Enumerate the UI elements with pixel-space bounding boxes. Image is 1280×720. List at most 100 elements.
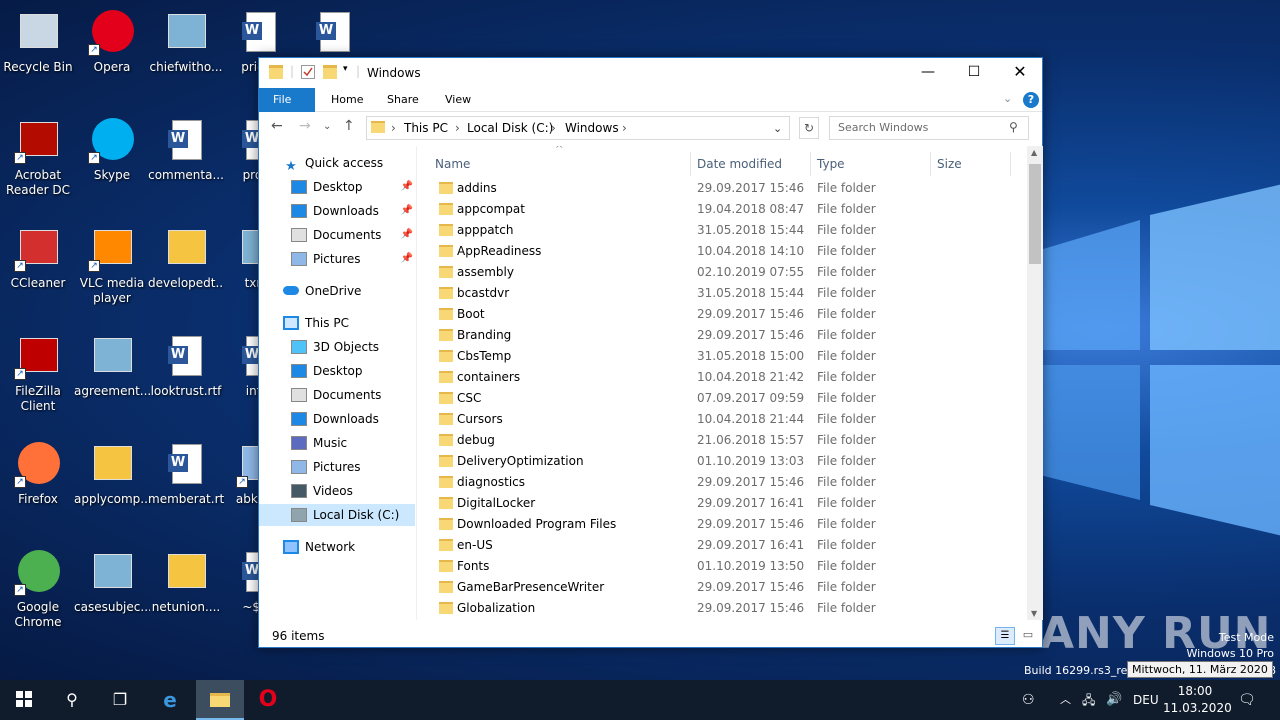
search-icon[interactable]: ⚲ bbox=[1009, 120, 1018, 134]
nav-pc-item[interactable]: Videos bbox=[291, 480, 413, 502]
nav-quick-desktop[interactable]: Desktop 📌 bbox=[291, 176, 413, 198]
chevron-right-icon[interactable]: › bbox=[391, 121, 396, 135]
file-row[interactable]: GameBarPresenceWriter 29.09.2017 15:46 Fil… bbox=[437, 577, 1017, 598]
file-explorer-taskbar-icon[interactable] bbox=[196, 680, 244, 720]
breadcrumb-local-disk[interactable]: Local Disk (C:) bbox=[467, 121, 553, 135]
opera-taskbar-icon[interactable]: O bbox=[244, 680, 292, 720]
file-row[interactable]: bcastdvr 31.05.2018 15:44 File folder bbox=[437, 283, 1017, 304]
address-dropdown-icon[interactable]: ⌄ bbox=[773, 122, 782, 135]
breadcrumb-windows[interactable]: Windows bbox=[565, 121, 619, 135]
tab-home[interactable]: Home bbox=[317, 88, 377, 112]
column-date-modified[interactable]: Date modified bbox=[691, 152, 811, 176]
nav-pc-item[interactable]: 3D Objects bbox=[291, 336, 413, 358]
file-row[interactable]: en-US 29.09.2017 16:41 File folder bbox=[437, 535, 1017, 556]
nav-quick-access[interactable]: ★ Quick access bbox=[283, 152, 413, 174]
nav-pc-item[interactable]: Documents bbox=[291, 384, 413, 406]
desktop-icon[interactable]: W bbox=[296, 8, 372, 60]
file-row[interactable]: AppReadiness 10.04.2018 14:10 File folder bbox=[437, 241, 1017, 262]
search-icon[interactable]: ⚲ bbox=[48, 680, 96, 720]
desktop-icon[interactable]: ↗ VLC media player bbox=[74, 224, 150, 306]
file-row[interactable]: CSC 07.09.2017 09:59 File folder bbox=[437, 388, 1017, 409]
tab-file[interactable]: File bbox=[259, 88, 315, 112]
clock[interactable]: 18:00 11.03.2020 bbox=[1163, 683, 1232, 717]
tab-view[interactable]: View bbox=[431, 88, 485, 112]
nav-quick-pictures[interactable]: Pictures 📌 bbox=[291, 248, 413, 270]
file-row[interactable]: debug 21.06.2018 15:57 File folder bbox=[437, 430, 1017, 451]
desktop-icon[interactable]: ↗ Opera bbox=[74, 8, 150, 75]
file-row[interactable]: containers 10.04.2018 21:42 File folder bbox=[437, 367, 1017, 388]
search-input[interactable]: Search Windows bbox=[829, 116, 1029, 140]
desktop-icon[interactable]: Wcommenta... bbox=[148, 116, 224, 183]
column-size[interactable]: Size bbox=[931, 152, 1011, 176]
minimize-button[interactable]: — bbox=[905, 58, 951, 88]
nav-quick-documents[interactable]: Documents 📌 bbox=[291, 224, 413, 246]
properties-icon[interactable] bbox=[301, 65, 315, 79]
file-row[interactable]: CbsTemp 31.05.2018 15:00 File folder bbox=[437, 346, 1017, 367]
scroll-up-icon[interactable]: ▲ bbox=[1031, 148, 1037, 157]
desktop-icon[interactable]: applycomp... bbox=[74, 440, 150, 507]
chevron-right-icon[interactable]: › bbox=[455, 121, 460, 135]
desktop-icon[interactable]: agreement... bbox=[74, 332, 150, 399]
file-row[interactable]: Downloaded Program Files 29.09.2017 15:46… bbox=[437, 514, 1017, 535]
input-language[interactable]: DEU bbox=[1133, 680, 1159, 720]
desktop-icon[interactable]: ↗ CCleaner bbox=[0, 224, 76, 291]
nav-onedrive[interactable]: OneDrive bbox=[283, 280, 413, 302]
desktop-icon[interactable]: chiefwitho... bbox=[148, 8, 224, 75]
pin-icon[interactable]: 📌 bbox=[401, 248, 413, 270]
tab-share[interactable]: Share bbox=[373, 88, 433, 112]
file-row[interactable]: DeliveryOptimization 01.10.2019 13:03 File… bbox=[437, 451, 1017, 472]
nav-pc-item[interactable]: Pictures bbox=[291, 456, 413, 478]
edge-icon[interactable]: e bbox=[146, 680, 194, 720]
customize-qat-icon[interactable]: ▾ bbox=[343, 64, 348, 74]
forward-arrow-icon[interactable]: → bbox=[299, 118, 311, 134]
desktop-icon[interactable]: ↗ FileZilla Client bbox=[0, 332, 76, 414]
desktop-icon[interactable]: Wmemberat.rtf bbox=[148, 440, 224, 507]
up-arrow-icon[interactable]: ↑ bbox=[343, 118, 355, 134]
refresh-icon[interactable]: ↻ bbox=[799, 117, 819, 139]
file-row[interactable]: Cursors 10.04.2018 21:44 File folder bbox=[437, 409, 1017, 430]
large-icons-view-icon[interactable]: ▭ bbox=[1019, 627, 1037, 645]
close-button[interactable]: ✕ bbox=[997, 58, 1043, 88]
file-row[interactable]: Globalization 29.09.2017 15:46 File folder bbox=[437, 598, 1017, 619]
file-row[interactable]: Boot 29.09.2017 15:46 File folder bbox=[437, 304, 1017, 325]
title-bar[interactable]: | ▾ | Windows — ☐ ✕ bbox=[259, 58, 1042, 88]
file-row[interactable]: Fonts 01.10.2019 13:50 File folder bbox=[437, 556, 1017, 577]
desktop-icon[interactable]: developedt... bbox=[148, 224, 224, 291]
file-row[interactable]: appcompat 19.04.2018 08:47 File folder bbox=[437, 199, 1017, 220]
file-row[interactable]: addins 29.09.2017 15:46 File folder bbox=[437, 178, 1017, 199]
file-row[interactable]: assembly 02.10.2019 07:55 File folder bbox=[437, 262, 1017, 283]
pin-icon[interactable]: 📌 bbox=[401, 176, 413, 198]
chevron-right-icon[interactable]: › bbox=[622, 121, 627, 135]
scroll-down-icon[interactable]: ▼ bbox=[1031, 609, 1037, 618]
desktop-icon[interactable]: netunion.... bbox=[148, 548, 224, 615]
file-row[interactable]: Branding 29.09.2017 15:46 File folder bbox=[437, 325, 1017, 346]
show-hidden-icons-icon[interactable]: ︿ bbox=[1060, 680, 1071, 720]
nav-pc-item[interactable]: Downloads bbox=[291, 408, 413, 430]
breadcrumb-this-pc[interactable]: This PC bbox=[404, 121, 448, 135]
back-arrow-icon[interactable]: ← bbox=[271, 118, 283, 134]
desktop-icon[interactable]: ↗ Google Chrome bbox=[0, 548, 76, 630]
desktop-icon[interactable]: ↗ Acrobat Reader DC bbox=[0, 116, 76, 198]
people-icon[interactable]: ⚇ bbox=[1022, 680, 1035, 720]
file-row[interactable]: diagnostics 29.09.2017 15:46 File folder bbox=[437, 472, 1017, 493]
desktop-icon[interactable]: ↗ Firefox bbox=[0, 440, 76, 507]
pin-icon[interactable]: 📌 bbox=[401, 200, 413, 222]
address-bar[interactable]: › This PC › Local Disk (C:) › Windows › … bbox=[366, 116, 790, 140]
desktop-icon[interactable]: Wlooktrust.rtf bbox=[148, 332, 224, 399]
maximize-button[interactable]: ☐ bbox=[951, 58, 997, 88]
nav-pc-item[interactable]: Desktop bbox=[291, 360, 413, 382]
desktop-icon[interactable]: ↗ Skype bbox=[74, 116, 150, 183]
file-row[interactable]: DigitalLocker 29.09.2017 16:41 File folder bbox=[437, 493, 1017, 514]
nav-quick-downloads[interactable]: Downloads 📌 bbox=[291, 200, 413, 222]
scroll-thumb[interactable] bbox=[1029, 164, 1041, 264]
desktop-icon[interactable]: Recycle Bin bbox=[0, 8, 76, 75]
nav-pc-item[interactable]: Music bbox=[291, 432, 413, 454]
vertical-scrollbar[interactable]: ▲ ▼ bbox=[1027, 146, 1043, 620]
nav-this-pc[interactable]: This PC bbox=[283, 312, 413, 334]
nav-network[interactable]: Network bbox=[283, 536, 413, 558]
nav-pc-item[interactable]: Local Disk (C:) bbox=[259, 504, 415, 526]
task-view-icon[interactable]: ❐ bbox=[96, 680, 144, 720]
start-button[interactable] bbox=[0, 680, 48, 720]
recent-locations-icon[interactable]: ⌄ bbox=[323, 121, 331, 132]
new-folder-icon[interactable] bbox=[323, 65, 337, 79]
